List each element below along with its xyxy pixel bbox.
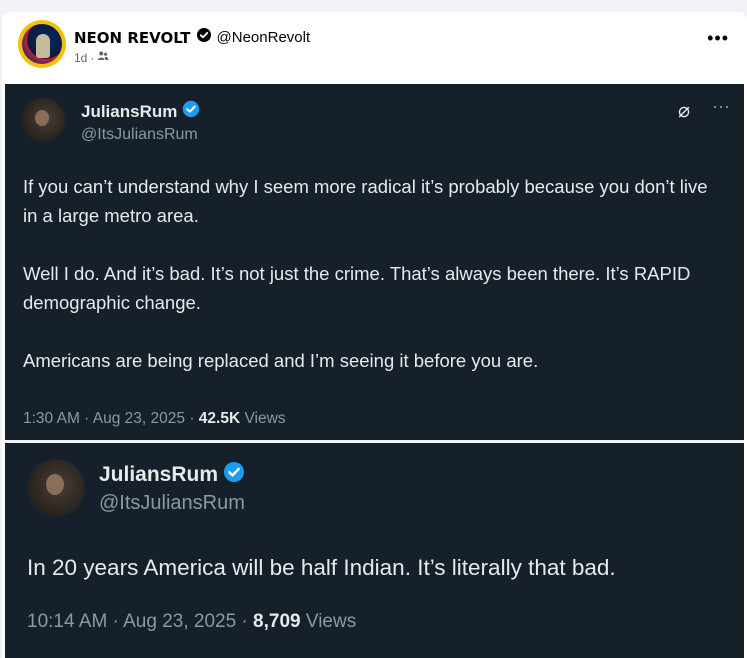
post-author-row: NEON REVOLT @NeonRevolt <box>74 27 310 48</box>
tweet-views-label: Views <box>240 410 286 427</box>
tweet-paragraph: Americans are being replaced and I’m see… <box>23 350 539 371</box>
tweet-views-label: Views <box>300 611 357 632</box>
tweet-footer: 10:14 AM · Aug 23, 2025 · 8,709 Views <box>27 611 356 633</box>
tweet-footer: 1:30 AM · Aug 23, 2025 · 42.5K Views <box>23 410 286 428</box>
page-handle: @NeonRevolt <box>216 29 311 46</box>
tweet-paragraph: Well I do. And it’s bad. It’s not just t… <box>23 263 691 313</box>
tweet-more-icon: ··· <box>712 96 730 116</box>
verified-badge-icon <box>182 100 200 123</box>
page-name[interactable]: NEON REVOLT <box>74 29 191 47</box>
post-options-button[interactable]: ••• <box>707 28 729 49</box>
tweet-timestamp: 1:30 AM · Aug 23, 2025 · <box>23 410 199 427</box>
verified-badge-icon <box>223 461 245 488</box>
tweet-view-count: 8,709 <box>253 611 301 632</box>
tweet-paragraph: In 20 years America will be half Indian.… <box>27 555 616 580</box>
page-avatar[interactable] <box>18 20 66 68</box>
grok-icon: ⌀ <box>677 100 690 122</box>
avatar-image <box>22 24 62 64</box>
facebook-post-card: NEON REVOLT @NeonRevolt 1d · ••• Julians… <box>2 12 747 658</box>
tweet-author-avatar <box>27 459 85 517</box>
tweet-timestamp: 10:14 AM · Aug 23, 2025 · <box>27 611 254 632</box>
tweet-screenshot-2: JuliansRum @ItsJuliansRum In 20 years Am… <box>5 443 744 658</box>
post-header: NEON REVOLT @NeonRevolt 1d · ••• <box>2 12 747 82</box>
meta-separator: · <box>90 50 95 65</box>
tweet-body: In 20 years America will be half Indian.… <box>27 553 737 583</box>
tweet-author-row: JuliansRum <box>81 100 200 123</box>
post-meta: 1d · <box>74 50 109 65</box>
post-time[interactable]: 1d <box>74 51 87 65</box>
tweet-view-count: 42.5K <box>198 410 241 427</box>
tweet-author-name: JuliansRum <box>99 462 219 486</box>
tweet-paragraph: If you can’t understand why I seem more … <box>23 176 708 226</box>
tweet-author-handle: @ItsJuliansRum <box>81 126 198 143</box>
tweet-author-avatar <box>21 98 65 142</box>
tweet-author-handle: @ItsJuliansRum <box>99 492 245 514</box>
tweet-author-row: JuliansRum <box>99 461 245 488</box>
tweet-screenshot-1: JuliansRum @ItsJuliansRum ⌀ ··· If you c… <box>5 84 744 440</box>
tweet-body: If you can’t understand why I seem more … <box>23 172 723 375</box>
friends-icon[interactable] <box>97 50 109 65</box>
verified-badge-icon <box>196 27 212 48</box>
tweet-author-name: JuliansRum <box>81 101 178 121</box>
